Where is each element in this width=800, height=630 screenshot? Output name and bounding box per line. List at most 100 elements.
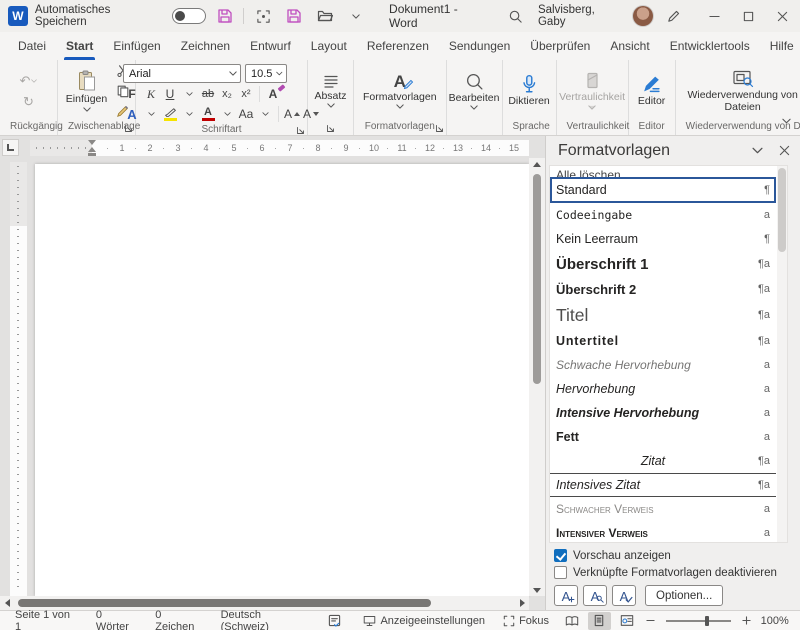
focus-mode-button[interactable]: Fokus xyxy=(496,611,556,630)
style-inspector-button[interactable]: A xyxy=(583,585,607,606)
tab-stop-selector[interactable] xyxy=(2,139,19,156)
undo-button[interactable]: ↶ xyxy=(20,72,38,90)
zoom-in-button[interactable] xyxy=(739,612,755,630)
autosave-toggle[interactable] xyxy=(172,8,206,24)
read-mode-button[interactable] xyxy=(560,612,584,630)
touch-mode-icon[interactable] xyxy=(251,4,275,28)
pane-close-icon[interactable] xyxy=(779,145,790,156)
paragraph-dialog-launcher-icon[interactable] xyxy=(326,124,335,133)
close-button[interactable] xyxy=(766,0,800,32)
style-item[interactable]: Schwache Hervorhebung a xyxy=(550,353,776,377)
styles-list-scrollbar[interactable] xyxy=(777,166,787,542)
scroll-down-icon[interactable] xyxy=(530,584,544,596)
pen-input-icon[interactable] xyxy=(661,4,685,28)
ribbon-tab[interactable]: Hilfe xyxy=(760,32,800,60)
style-item[interactable]: Titel ¶a xyxy=(550,301,776,329)
clear-all-item[interactable]: Alle löschen xyxy=(550,166,776,177)
preview-checkbox-row[interactable]: Vorschau anzeigen xyxy=(546,547,800,564)
bold-button[interactable]: F xyxy=(123,85,141,103)
ribbon-tab[interactable]: Sendungen xyxy=(439,32,520,60)
style-item[interactable]: Kein Leerraum ¶ xyxy=(550,227,776,251)
styles-dialog-launcher-icon[interactable] xyxy=(435,124,444,133)
vertical-scrollbar[interactable] xyxy=(529,158,545,596)
zoom-out-button[interactable] xyxy=(643,612,659,630)
preview-checkbox[interactable] xyxy=(554,549,567,562)
horizontal-scrollbar[interactable] xyxy=(0,596,529,610)
sensitivity-button[interactable]: Vertraulichkeit xyxy=(554,71,630,110)
change-case-chevron-icon[interactable] xyxy=(256,105,274,123)
vertical-ruler[interactable] xyxy=(10,162,27,596)
ribbon-tab[interactable]: Zeichnen xyxy=(171,32,240,60)
style-item[interactable]: Fett a xyxy=(550,425,776,449)
underline-options-chevron-icon[interactable] xyxy=(180,85,198,103)
horizontal-ruler[interactable]: 123456789101112131415 xyxy=(30,140,529,156)
proofing-status-icon[interactable] xyxy=(321,611,348,630)
scroll-up-icon[interactable] xyxy=(530,158,544,170)
superscript-button[interactable]: x² xyxy=(237,85,255,103)
font-color-button[interactable]: A xyxy=(199,105,217,123)
style-item[interactable]: Schwacher Verweis a xyxy=(550,497,776,521)
options-button[interactable]: Optionen... xyxy=(645,585,723,606)
subscript-button[interactable]: x₂ xyxy=(218,85,236,103)
display-settings-button[interactable]: Anzeigeeinstellungen xyxy=(356,611,492,630)
left-indent-marker[interactable] xyxy=(88,153,96,156)
ribbon-tab[interactable]: Entwicklertools xyxy=(660,32,760,60)
scroll-left-icon[interactable] xyxy=(0,597,14,609)
new-style-button[interactable]: A xyxy=(554,585,578,606)
style-item[interactable]: Zitat ¶a xyxy=(550,449,776,473)
ribbon-tab[interactable]: Layout xyxy=(301,32,357,60)
ribbon-tab[interactable]: Datei xyxy=(8,32,56,60)
ribbon-tab[interactable]: Einfügen xyxy=(103,32,170,60)
avatar[interactable] xyxy=(632,5,654,27)
reuse-files-button[interactable]: Wiederverwendung von Dateien xyxy=(680,68,800,114)
font-dialog-launcher-icon[interactable] xyxy=(296,126,305,135)
ribbon-tab[interactable]: Referenzen xyxy=(357,32,439,60)
editor-button[interactable]: Editor xyxy=(633,74,670,108)
scroll-right-icon[interactable] xyxy=(515,597,529,609)
qat-chevron-icon[interactable] xyxy=(344,4,368,28)
print-layout-button[interactable] xyxy=(588,612,612,630)
style-item[interactable]: Standard ¶ xyxy=(550,177,776,203)
maximize-button[interactable] xyxy=(732,0,766,32)
word-logo-icon[interactable]: W xyxy=(8,6,28,26)
ribbon-tab[interactable]: Ansicht xyxy=(600,32,659,60)
horizontal-scroll-thumb[interactable] xyxy=(18,599,431,607)
styles-list-scroll-thumb[interactable] xyxy=(778,168,786,252)
style-item[interactable]: Überschrift 2 ¶a xyxy=(550,277,776,301)
style-item[interactable]: Hervorhebung a xyxy=(550,377,776,401)
style-item[interactable]: Überschrift 1 ¶a xyxy=(550,251,776,277)
char-count-status[interactable]: 0 Zeichen xyxy=(148,611,209,630)
font-color-chevron-icon[interactable] xyxy=(218,105,236,123)
ribbon-tab[interactable]: Überprüfen xyxy=(520,32,600,60)
page-number-status[interactable]: Seite 1 von 1 xyxy=(8,611,85,630)
change-case-button[interactable]: Aa xyxy=(237,105,255,123)
ribbon-tab[interactable]: Entwurf xyxy=(240,32,301,60)
dictate-button[interactable]: Diktieren xyxy=(503,73,554,108)
save-icon[interactable] xyxy=(282,4,306,28)
grow-font-button[interactable]: A xyxy=(283,105,301,123)
open-folder-icon[interactable] xyxy=(313,4,337,28)
language-status[interactable]: Deutsch (Schweiz) xyxy=(214,611,318,630)
zoom-slider[interactable] xyxy=(666,620,731,622)
web-layout-button[interactable] xyxy=(615,612,639,630)
styles-button[interactable]: A Formatvorlagen xyxy=(358,72,442,110)
paragraph-button[interactable]: Absatz xyxy=(309,73,351,109)
manage-styles-button[interactable]: A xyxy=(612,585,636,606)
search-icon[interactable] xyxy=(503,4,527,28)
vertical-scroll-thumb[interactable] xyxy=(533,174,541,384)
text-effects-chevron-icon[interactable] xyxy=(142,105,160,123)
collapse-ribbon-icon[interactable] xyxy=(777,113,795,129)
first-line-indent-marker[interactable] xyxy=(88,140,96,145)
zoom-slider-thumb[interactable] xyxy=(705,616,709,626)
document-page[interactable] xyxy=(35,164,529,596)
hanging-indent-marker[interactable] xyxy=(88,147,96,152)
style-item[interactable]: Untertitel ¶a xyxy=(550,329,776,353)
style-item[interactable]: Intensives Zitat ¶a xyxy=(550,473,776,497)
disable-linked-checkbox[interactable] xyxy=(554,566,567,579)
highlight-chevron-icon[interactable] xyxy=(180,105,198,123)
disable-linked-checkbox-row[interactable]: Verknüpfte Formatvorlagen deaktivieren xyxy=(546,564,800,581)
save-icon[interactable] xyxy=(213,4,237,28)
underline-button[interactable]: U xyxy=(161,85,179,103)
clipboard-dialog-launcher-icon[interactable] xyxy=(124,124,133,133)
ribbon-tab[interactable]: Start xyxy=(56,32,103,60)
